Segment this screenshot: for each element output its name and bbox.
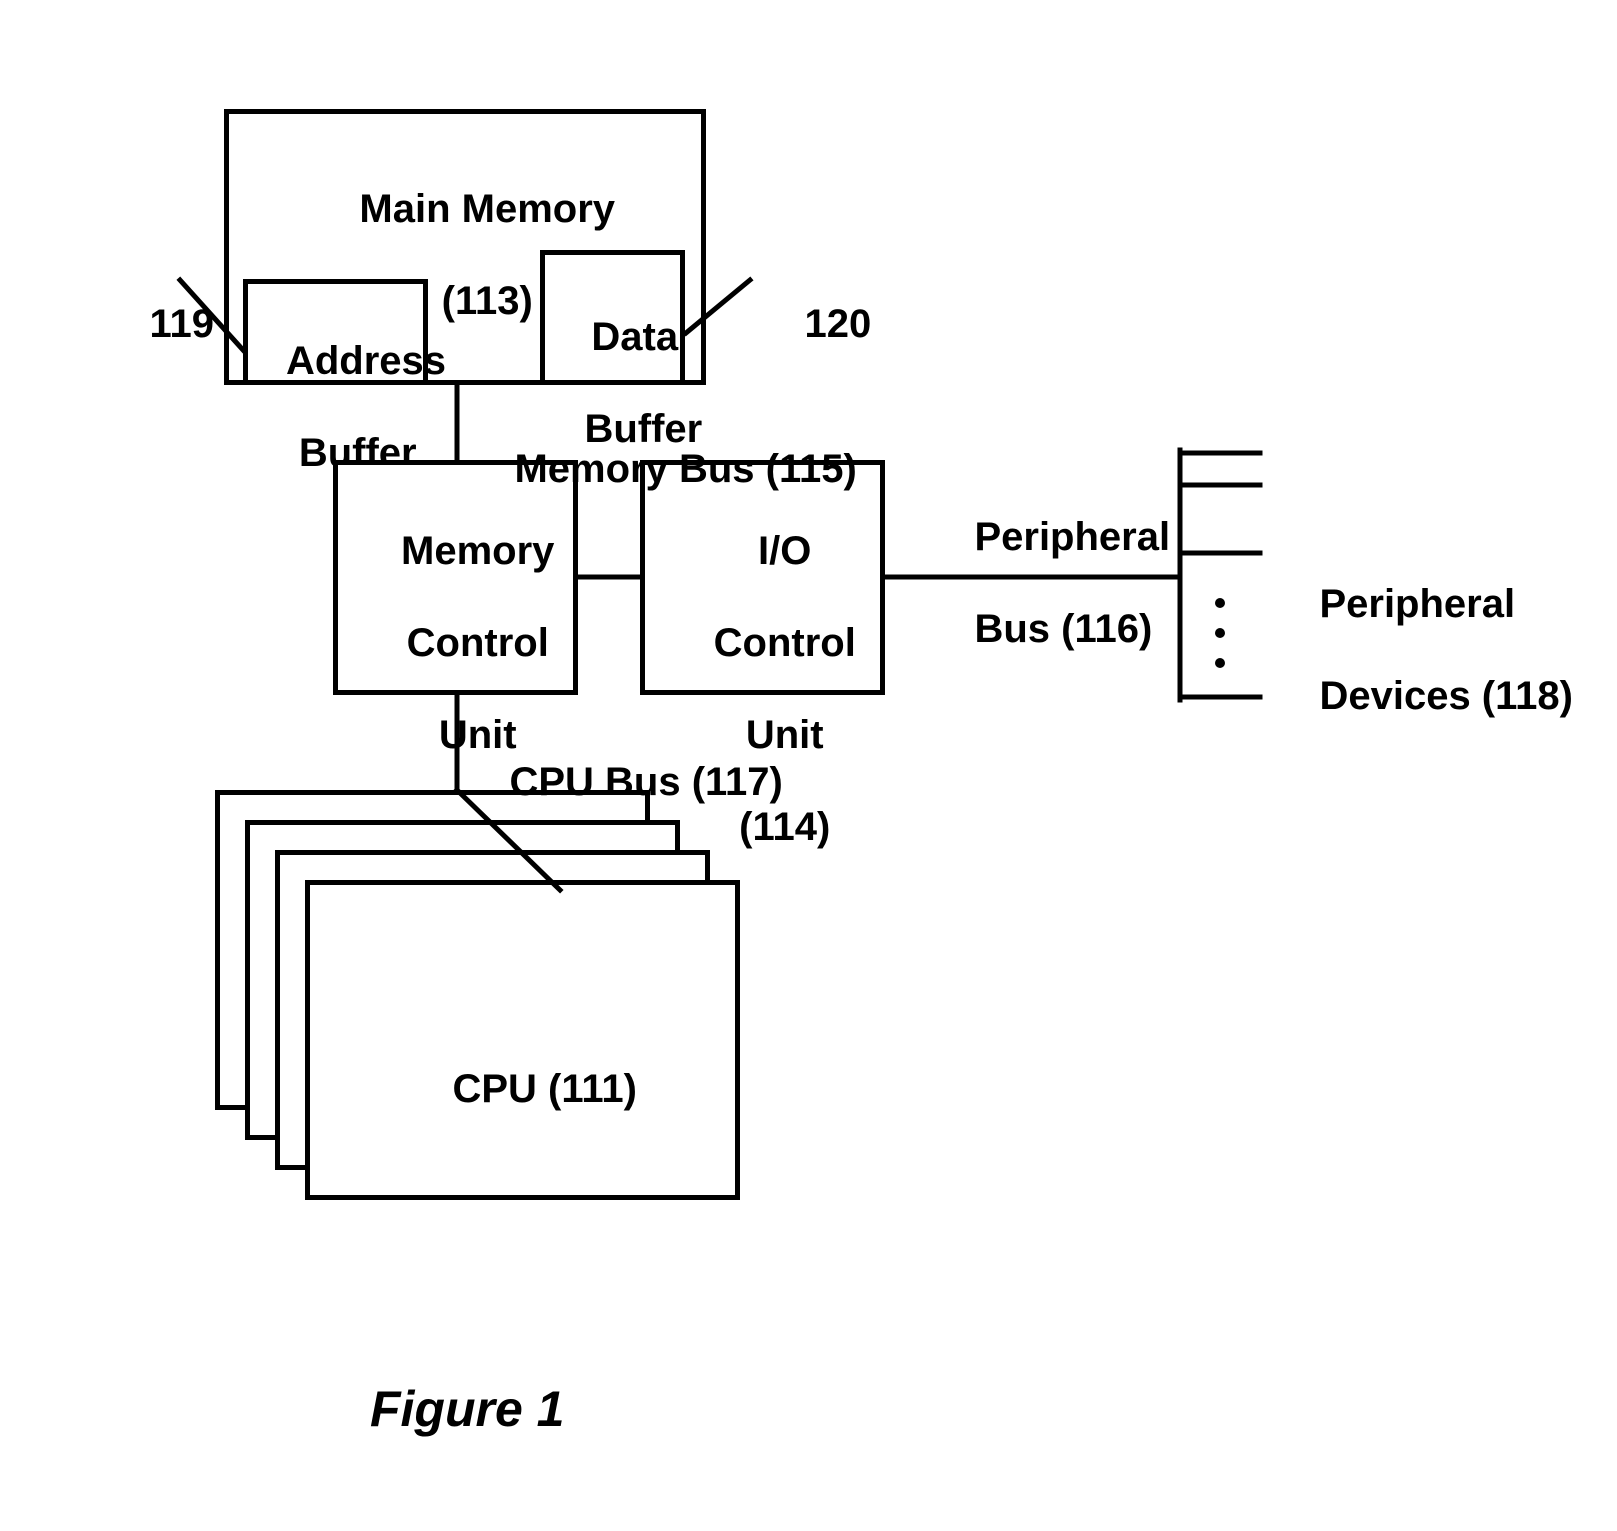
ellipsis-dot-icon [1215, 598, 1225, 608]
memory-bus-text: Memory Bus (115) [514, 447, 856, 491]
peripheral-devices-label: Peripheral Devices (118) [1275, 535, 1573, 765]
main-memory-line1: Main Memory [359, 187, 615, 231]
peripheral-bus-line1: Peripheral [974, 515, 1170, 559]
mcu-line2: Control [407, 621, 549, 665]
peripheral-devices-line2: Devices (118) [1319, 674, 1573, 718]
ellipsis-dot-icon [1215, 658, 1225, 668]
ref-119-text: 119 [149, 302, 214, 346]
ref-120-label: 120 [760, 255, 871, 393]
ellipsis-dot-icon [1215, 628, 1225, 638]
ref-120-text: 120 [804, 302, 871, 346]
cpu-bus-label: CPU Bus (117) [465, 713, 783, 851]
cpu-line1: CPU (111) [452, 1067, 637, 1111]
figure-caption: Figure 1 [370, 1380, 564, 1438]
peripheral-bus-label: Peripheral Bus (116) [930, 468, 1170, 698]
cpu-label: CPU (111) [305, 1020, 740, 1158]
data-buffer-line1: Data [591, 315, 678, 359]
peripheral-devices-line1: Peripheral [1319, 582, 1515, 626]
cpu-bus-text: CPU Bus (117) [509, 760, 782, 804]
figure-caption-text: Figure 1 [370, 1381, 564, 1437]
ref-119-label: 119 [105, 255, 214, 393]
icu-line2: Control [714, 621, 856, 665]
address-buffer-line1: Address [286, 339, 446, 383]
memory-bus-label: Memory Bus (115) [470, 400, 857, 538]
main-memory-line2: (113) [442, 279, 533, 323]
peripheral-bus-line2: Bus (116) [974, 607, 1152, 651]
diagram-canvas: Main Memory (113) Address Buffer Data Bu… [0, 0, 1617, 1531]
